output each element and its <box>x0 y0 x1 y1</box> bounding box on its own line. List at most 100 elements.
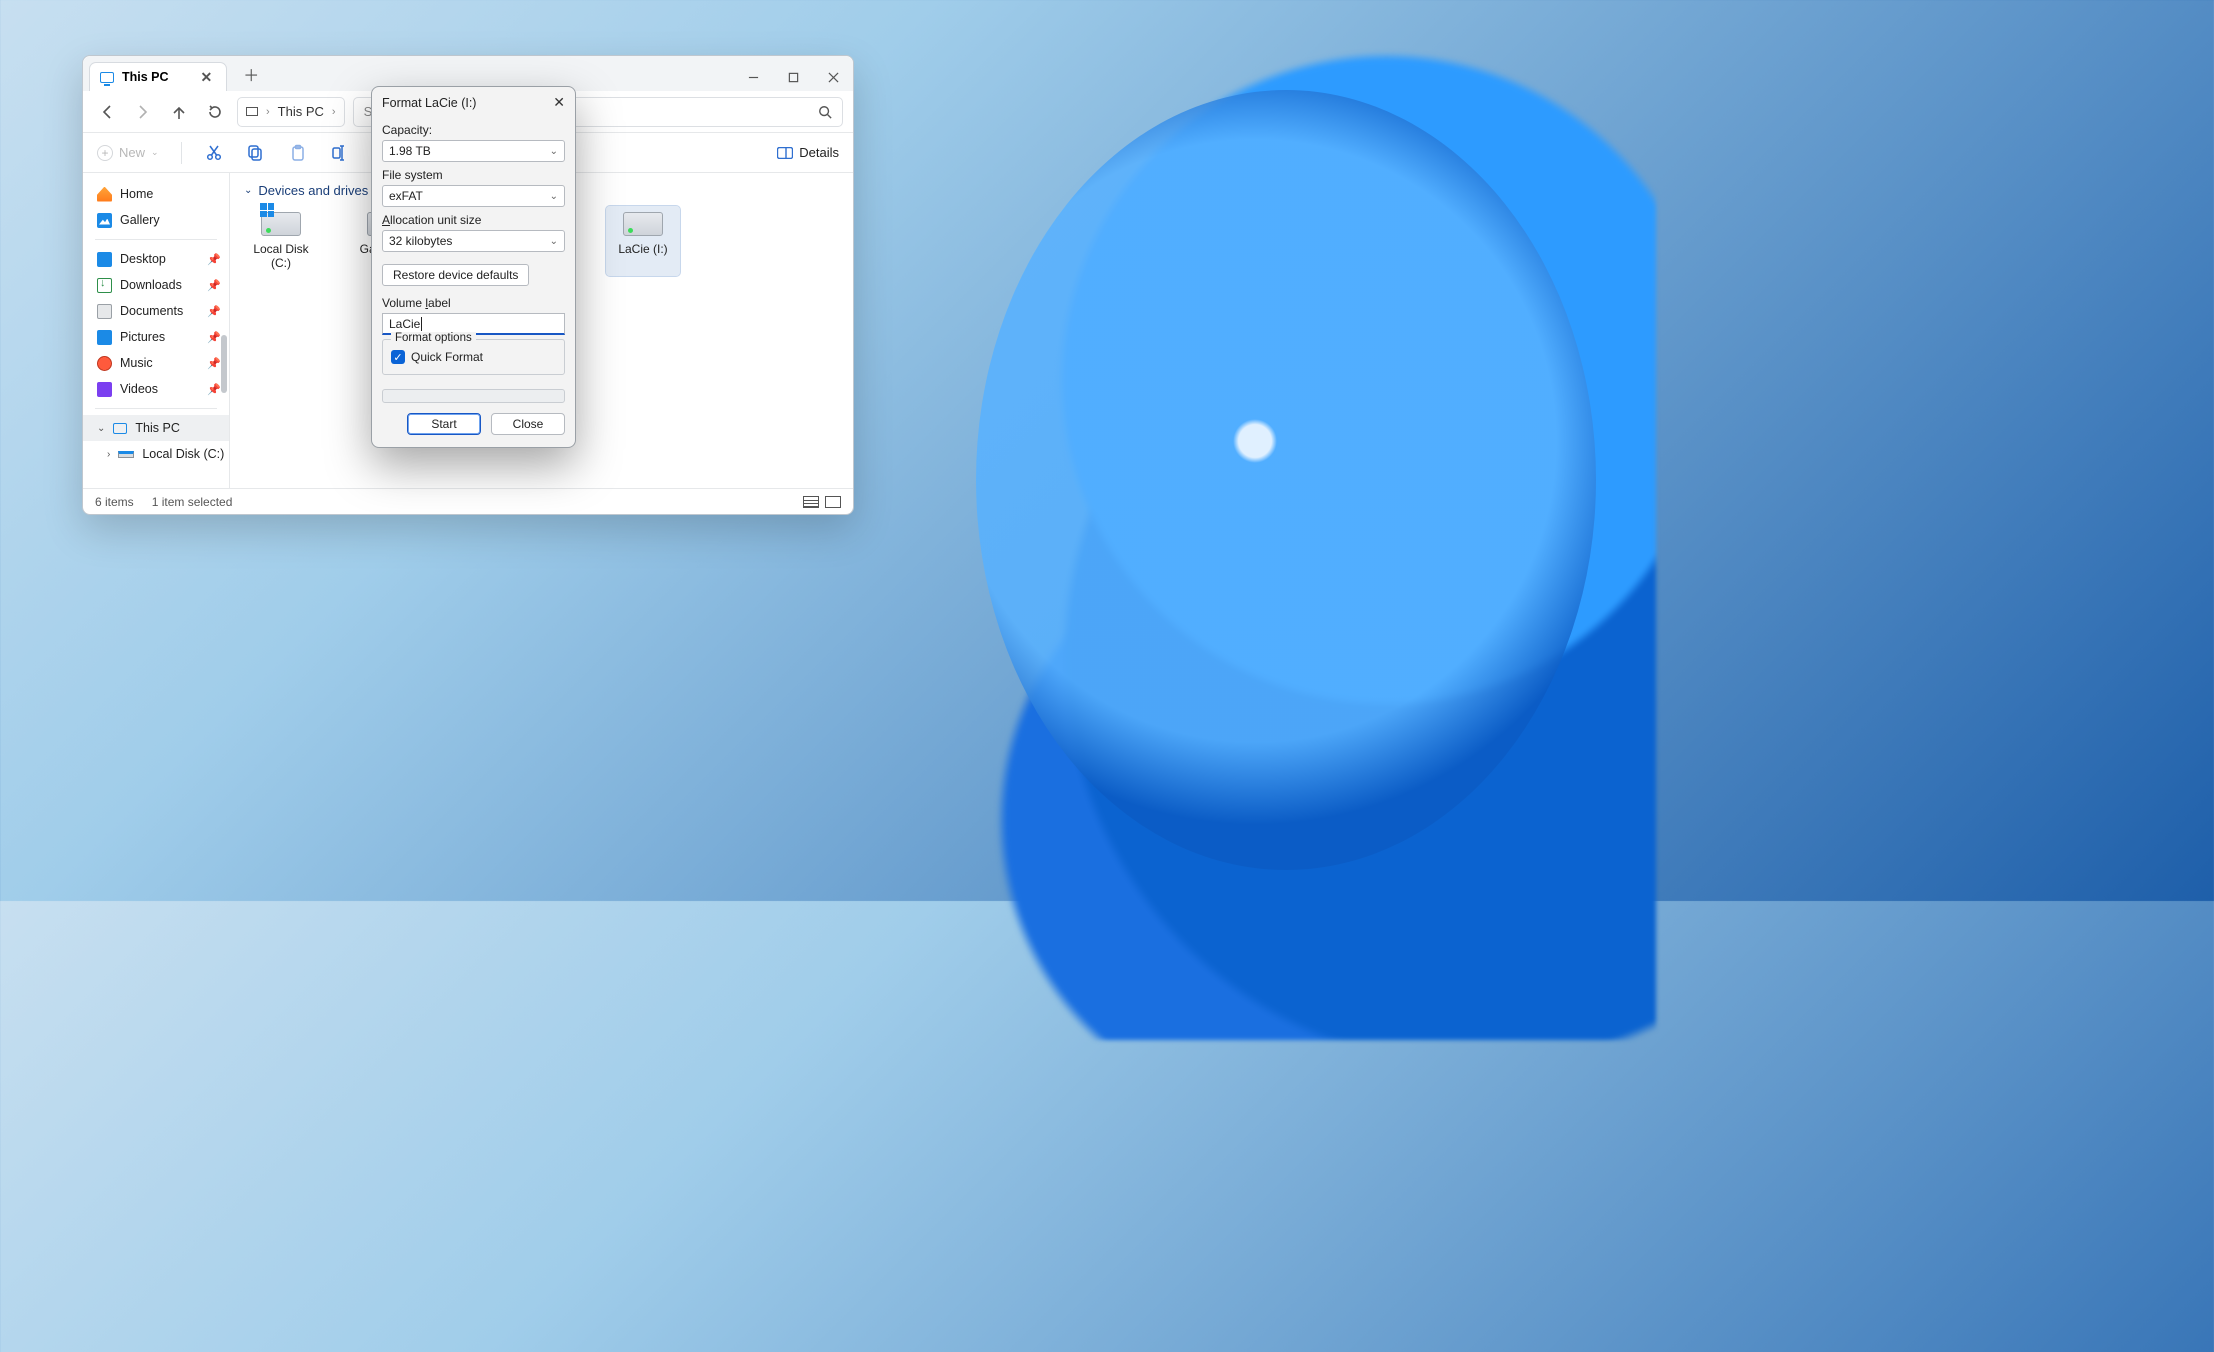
copy-button[interactable] <box>246 143 266 163</box>
chevron-right-icon: › <box>107 449 110 460</box>
format-progress-bar <box>382 389 565 403</box>
drive-local-disk-c[interactable]: Local Disk (C:) <box>244 206 318 276</box>
dialog-actions: Start Close <box>372 413 575 435</box>
allocation-value: 32 kilobytes <box>389 234 452 248</box>
close-window-button[interactable] <box>813 63 853 91</box>
text-caret <box>421 317 422 331</box>
nav-local-disk-label: Local Disk (C:) <box>142 447 224 461</box>
checkbox-checked-icon: ✓ <box>391 350 405 364</box>
pictures-icon <box>97 330 112 345</box>
status-selection: 1 item selected <box>152 495 233 509</box>
chevron-down-icon: ⌄ <box>151 147 159 158</box>
filesystem-select[interactable]: exFAT ⌄ <box>382 185 565 207</box>
chevron-right-icon: › <box>266 106 270 118</box>
divider <box>95 408 217 409</box>
breadcrumb-root[interactable]: This PC <box>278 104 324 119</box>
quick-format-label: Quick Format <box>411 350 483 364</box>
chevron-down-icon: ⌄ <box>97 423 105 434</box>
dialog-titlebar: Format LaCie (I:) ✕ <box>372 87 575 117</box>
nav-videos[interactable]: Videos📌 <box>83 376 229 402</box>
view-switcher <box>803 496 841 508</box>
restore-defaults-button[interactable]: Restore device defaults <box>382 264 529 286</box>
pin-icon: 📌 <box>207 279 221 292</box>
nav-gallery[interactable]: Gallery <box>83 207 229 233</box>
music-icon <box>97 356 112 371</box>
new-tab-button[interactable]: ＋ <box>237 62 265 86</box>
up-button[interactable] <box>165 98 193 126</box>
details-pane-toggle[interactable]: Details <box>777 145 839 160</box>
nav-desktop-label: Desktop <box>120 252 166 266</box>
details-icon <box>777 147 793 159</box>
chevron-down-icon: ⌄ <box>244 185 252 196</box>
capacity-select[interactable]: 1.98 TB ⌄ <box>382 140 565 162</box>
nav-downloads-label: Downloads <box>120 278 182 292</box>
nav-downloads[interactable]: Downloads 📌 <box>83 272 229 298</box>
drive-icon <box>623 212 663 236</box>
search-icon <box>818 105 832 119</box>
nav-music[interactable]: Music📌 <box>83 350 229 376</box>
drive-label: Local Disk <box>246 242 316 256</box>
plus-circle-icon: + <box>97 145 113 161</box>
format-options-legend: Format options <box>391 332 476 344</box>
back-button[interactable] <box>93 98 121 126</box>
divider <box>181 142 182 164</box>
format-dialog: Format LaCie (I:) ✕ Capacity: 1.98 TB ⌄ … <box>371 86 576 448</box>
nav-videos-label: Videos <box>120 382 158 396</box>
close-tab-icon[interactable]: ✕ <box>201 69 213 86</box>
filesystem-label: File system <box>382 168 565 182</box>
monitor-icon <box>246 107 258 116</box>
chevron-down-icon: ⌄ <box>550 191 558 202</box>
nav-home-label: Home <box>120 187 153 201</box>
nav-pictures[interactable]: Pictures 📌 <box>83 324 229 350</box>
dialog-title: Format LaCie (I:) <box>382 96 476 110</box>
scrollbar-thumb[interactable] <box>221 335 227 393</box>
rename-button[interactable] <box>330 143 350 163</box>
allocation-select[interactable]: 32 kilobytes ⌄ <box>382 230 565 252</box>
nav-home[interactable]: Home <box>83 181 229 207</box>
status-bar: 6 items 1 item selected <box>83 488 853 514</box>
pin-icon: 📌 <box>207 305 221 318</box>
close-button[interactable]: Close <box>491 413 565 435</box>
drive-label: LaCie (I:) <box>608 242 678 256</box>
nav-desktop[interactable]: Desktop 📌 <box>83 246 229 272</box>
pin-icon: 📌 <box>207 253 221 266</box>
view-large-button[interactable] <box>825 496 841 508</box>
drive-lacie-i[interactable]: LaCie (I:) <box>606 206 680 276</box>
downloads-icon <box>97 278 112 293</box>
volume-label-value: LaCie <box>389 317 420 331</box>
pin-icon: 📌 <box>207 357 221 370</box>
forward-button[interactable] <box>129 98 157 126</box>
pin-icon: 📌 <box>207 331 221 344</box>
this-pc-icon <box>113 423 127 434</box>
cut-button[interactable] <box>204 143 224 163</box>
view-list-button[interactable] <box>803 496 819 508</box>
desktop-icon <box>97 252 112 267</box>
nav-documents[interactable]: Documents📌 <box>83 298 229 324</box>
window-controls <box>733 63 853 91</box>
drive-label: (C:) <box>246 256 316 270</box>
this-pc-icon <box>100 72 114 83</box>
status-count: 6 items <box>95 495 134 509</box>
minimize-button[interactable] <box>733 63 773 91</box>
home-icon <box>97 187 112 202</box>
allocation-label: Allocation unit size <box>382 213 565 227</box>
maximize-button[interactable] <box>773 63 813 91</box>
quick-format-checkbox[interactable]: ✓ Quick Format <box>391 350 556 364</box>
new-button[interactable]: + New ⌄ <box>97 145 159 161</box>
nav-this-pc[interactable]: ⌄ This PC <box>83 415 229 441</box>
nav-this-pc-label: This PC <box>135 421 179 435</box>
divider <box>95 239 217 240</box>
drive-icon <box>118 451 134 458</box>
close-dialog-button[interactable]: ✕ <box>553 94 565 111</box>
chevron-down-icon: ⌄ <box>550 236 558 247</box>
new-label: New <box>119 145 145 160</box>
paste-button[interactable] <box>288 143 308 163</box>
refresh-button[interactable] <box>201 98 229 126</box>
tab-this-pc[interactable]: This PC ✕ <box>89 62 227 91</box>
nav-local-disk[interactable]: › Local Disk (C:) <box>83 441 229 467</box>
nav-pictures-label: Pictures <box>120 330 165 344</box>
breadcrumb[interactable]: › This PC › <box>237 97 345 127</box>
volume-label-label: Volume label <box>382 296 565 310</box>
start-button[interactable]: Start <box>407 413 481 435</box>
filesystem-value: exFAT <box>389 189 423 203</box>
